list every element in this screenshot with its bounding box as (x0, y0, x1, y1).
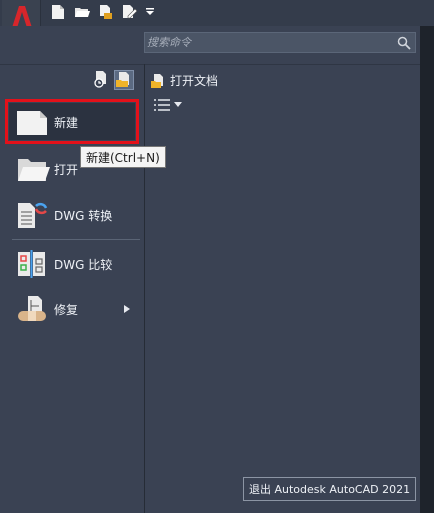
open-documents-header: 打开文档 (150, 72, 218, 89)
submenu-arrow-icon (124, 305, 130, 313)
new-file-icon[interactable] (50, 4, 66, 20)
dwg-convert-icon (14, 198, 50, 232)
chevron-down-icon[interactable] (142, 4, 158, 20)
drawing-area-edge (420, 26, 434, 513)
column-divider (144, 64, 145, 513)
menu-item-label: 打开 (54, 162, 79, 177)
open-documents-icon[interactable] (114, 70, 134, 90)
annotation-highlight (5, 99, 139, 144)
search-input[interactable] (147, 35, 392, 50)
recent-documents-icon[interactable] (93, 70, 111, 88)
search-icon[interactable] (397, 36, 411, 50)
dwg-compare-icon (14, 247, 50, 281)
save-icon[interactable] (98, 4, 114, 20)
save-as-icon[interactable] (121, 4, 137, 20)
tooltip: 新建(Ctrl+N) (80, 146, 166, 168)
menu-item-label: 修复 (54, 302, 79, 317)
repair-icon (14, 292, 50, 326)
open-document-icon (151, 73, 163, 88)
menu-item-label: DWG 转换 (54, 208, 113, 223)
view-options-button[interactable] (154, 98, 182, 112)
menu-item-label: DWG 比较 (54, 257, 113, 272)
panel-divider (0, 64, 420, 65)
open-folder-icon (14, 152, 50, 186)
open-folder-icon[interactable] (74, 4, 90, 20)
menu-item-dwg-compare[interactable]: DWG 比较 (12, 245, 140, 283)
menu-separator (12, 239, 140, 240)
exit-autocad-button[interactable]: 退出 Autodesk AutoCAD 2021 (243, 477, 417, 501)
menu-item-repair[interactable]: 修复 (12, 290, 140, 328)
search-box[interactable] (144, 32, 416, 53)
menu-item-dwg-convert[interactable]: DWG 转换 (12, 196, 140, 234)
chevron-down-icon (174, 102, 182, 107)
list-view-icon (154, 99, 170, 111)
open-documents-title: 打开文档 (170, 74, 219, 88)
